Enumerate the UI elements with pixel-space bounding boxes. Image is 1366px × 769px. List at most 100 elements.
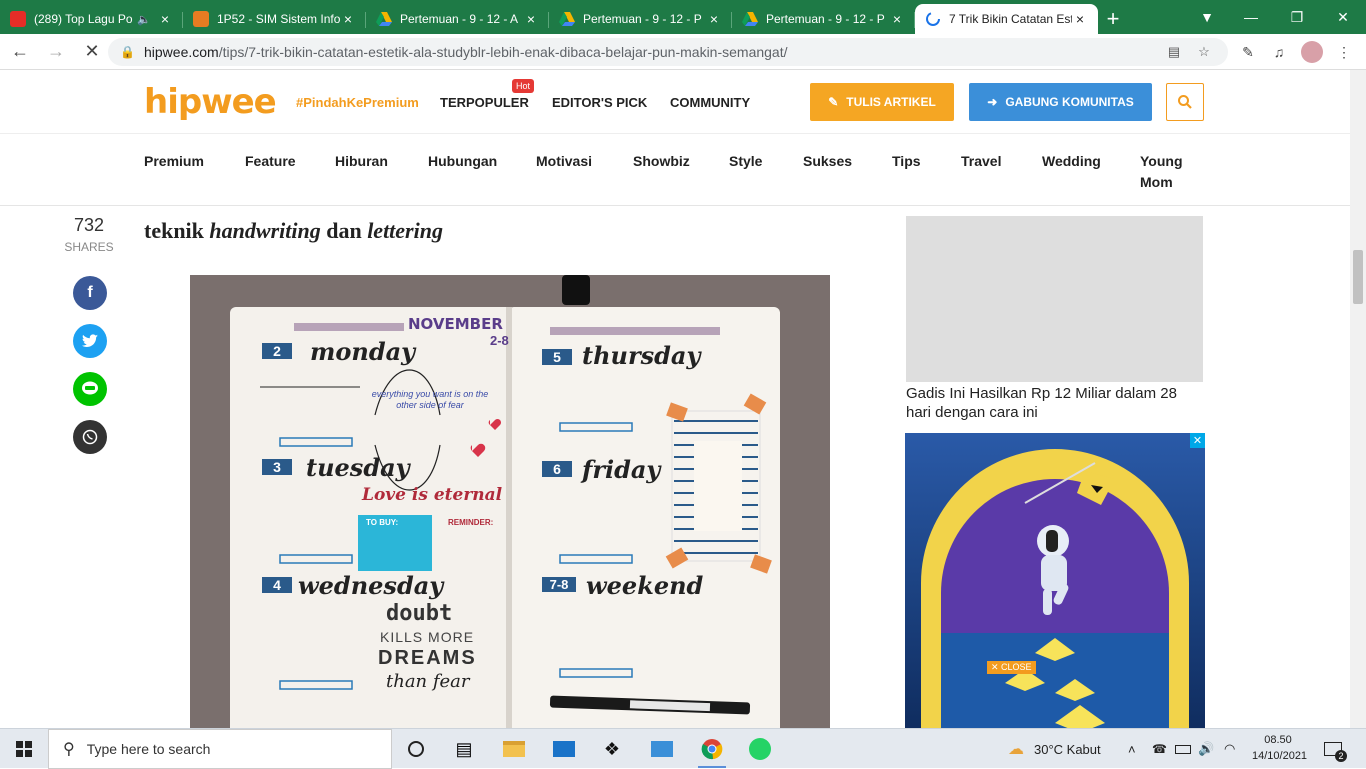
nav-pindah-premium[interactable]: #PindahKePremium xyxy=(296,95,419,110)
journal-doubt-4: than fear xyxy=(386,671,470,692)
write-article-button[interactable]: ✎ TULIS ARTIKEL xyxy=(810,83,954,121)
day-number: 7-8 xyxy=(542,577,576,592)
page-content: 732 SHARES f teknik handwriting dan lett… xyxy=(0,206,1350,728)
wifi-icon[interactable]: ◠ xyxy=(1224,729,1235,769)
day-number: 2 xyxy=(262,343,292,359)
windows-taskbar: ⚲ Type here to search ▤ ❖ ☁ 30°C Kabut ˄… xyxy=(0,728,1366,769)
share-line-button[interactable] xyxy=(73,372,107,406)
weather-widget[interactable]: ☁ 30°C Kabut xyxy=(1008,729,1101,769)
new-tab-button[interactable]: + xyxy=(1098,4,1128,34)
meet-now-icon[interactable]: ☎ xyxy=(1152,729,1167,769)
nav-terpopuler[interactable]: TERPOPULER xyxy=(440,95,529,110)
sidebar-ad-thumbnail[interactable] xyxy=(906,216,1203,382)
browser-tab[interactable]: Pertemuan - 9 - 12 - P × xyxy=(549,4,732,34)
category-feature[interactable]: Feature xyxy=(245,151,296,172)
day-label: thursday xyxy=(582,341,701,370)
browser-tab-active[interactable]: 7 Trik Bikin Catatan Est × xyxy=(915,4,1098,34)
back-icon[interactable]: ← xyxy=(4,36,36,68)
category-hiburan[interactable]: Hiburan xyxy=(335,151,388,172)
share-facebook-button[interactable]: f xyxy=(73,276,107,310)
category-sukses[interactable]: Sukses xyxy=(803,151,852,172)
forward-icon[interactable]: → xyxy=(40,36,72,68)
article-lead-text: teknik handwriting dan lettering xyxy=(144,218,443,243)
category-hubungan[interactable]: Hubungan xyxy=(428,151,497,172)
mail-icon[interactable] xyxy=(546,733,582,765)
start-button[interactable] xyxy=(0,729,48,769)
system-clock[interactable]: 08.50 14/10/2021 xyxy=(1252,732,1307,764)
category-travel[interactable]: Travel xyxy=(961,151,1001,172)
tab-search-icon[interactable]: ▼ xyxy=(1184,0,1230,34)
media-control-icon[interactable]: ♫ xyxy=(1265,40,1293,64)
shares-label: SHARES xyxy=(64,240,114,254)
category-wedding[interactable]: Wedding xyxy=(1042,151,1101,172)
volume-icon[interactable]: 🔊 xyxy=(1198,729,1214,769)
extensions-icon[interactable]: ✎ xyxy=(1234,40,1262,64)
nav-editors-pick[interactable]: EDITOR'S PICK xyxy=(552,95,647,110)
journal-quote: everything you want is on the other side… xyxy=(371,389,489,410)
sidebar-ad-caption[interactable]: Gadis Ini Hasilkan Rp 12 Miliar dalam 28… xyxy=(906,384,1203,422)
close-tab-icon[interactable]: × xyxy=(889,11,905,27)
ad-choices-close-icon[interactable]: ✕ xyxy=(1190,433,1205,448)
category-young-mom[interactable]: Young Mom xyxy=(1140,151,1200,193)
restore-button[interactable]: ❐ xyxy=(1274,0,1320,34)
close-tab-icon[interactable]: × xyxy=(706,11,722,27)
bookmark-star-icon[interactable]: ☆ xyxy=(1192,44,1216,60)
address-bar[interactable]: 🔒 hipwee.com/tips/7-trik-bikin-catatan-e… xyxy=(108,38,1228,66)
ad-close-button[interactable]: ✕ CLOSE xyxy=(987,661,1036,674)
notifications-icon[interactable]: 2 xyxy=(1324,729,1347,769)
tray-overflow-icon[interactable]: ˄ xyxy=(1128,729,1136,769)
control-panel-icon[interactable] xyxy=(644,733,680,765)
task-view-icon[interactable]: ▤ xyxy=(446,733,482,765)
join-community-button[interactable]: ➜ GABUNG KOMUNITAS xyxy=(969,83,1152,121)
dropbox-icon[interactable]: ❖ xyxy=(594,733,630,765)
close-tab-icon[interactable]: × xyxy=(157,11,173,27)
browser-tab[interactable]: Pertemuan - 9 - 12 - A × xyxy=(366,4,549,34)
day-label: tuesday xyxy=(306,453,410,482)
search-icon: ⚲ xyxy=(63,741,75,758)
facebook-icon: f xyxy=(87,284,93,301)
day-label: monday xyxy=(310,337,416,366)
cortana-icon[interactable] xyxy=(398,733,434,765)
scrollbar-thumb[interactable] xyxy=(1353,250,1363,304)
audio-icon: 🔈 xyxy=(137,13,151,26)
browser-tab[interactable]: 1P52 - SIM Sistem Info × xyxy=(183,4,366,34)
close-window-button[interactable]: ✕ xyxy=(1320,0,1366,34)
nav-community[interactable]: COMMUNITY xyxy=(670,95,750,110)
browser-tab[interactable]: Pertemuan - 9 - 12 - P × xyxy=(732,4,915,34)
lock-icon[interactable]: 🔒 xyxy=(120,45,135,59)
page-scrollbar[interactable] xyxy=(1350,70,1366,728)
journal-reminder-title: REMINDER: xyxy=(448,518,494,527)
category-showbiz[interactable]: Showbiz xyxy=(633,151,690,172)
taskbar-search-input[interactable]: ⚲ Type here to search xyxy=(48,729,392,769)
whatsapp-taskbar-icon[interactable] xyxy=(742,733,778,765)
profile-avatar[interactable] xyxy=(1298,40,1326,64)
windows-icon xyxy=(16,741,32,757)
journal-month: NOVEMBER xyxy=(408,315,503,333)
menu-icon[interactable]: ⋮ xyxy=(1330,40,1358,64)
site-header: hipwee #PindahKePremium TERPOPULER Hot E… xyxy=(0,70,1366,134)
close-tab-icon[interactable]: × xyxy=(523,11,539,27)
chrome-taskbar-icon[interactable] xyxy=(694,733,730,768)
loading-spinner-icon xyxy=(926,12,940,26)
close-tab-icon[interactable]: × xyxy=(340,11,356,27)
close-tab-icon[interactable]: × xyxy=(1072,11,1088,27)
search-button[interactable] xyxy=(1166,83,1204,121)
category-style[interactable]: Style xyxy=(729,151,762,172)
journal-doubt-1: doubt xyxy=(386,601,453,626)
file-explorer-icon[interactable] xyxy=(496,733,532,765)
google-drive-icon xyxy=(376,12,392,26)
category-tips[interactable]: Tips xyxy=(892,151,921,172)
category-premium[interactable]: Premium xyxy=(144,151,204,172)
translate-icon[interactable]: ▤ xyxy=(1162,44,1186,60)
hipwee-logo[interactable]: hipwee xyxy=(144,82,277,122)
day-number: 3 xyxy=(262,459,292,475)
browser-tab[interactable]: (289) Top Lagu Po 🔈 × xyxy=(0,4,183,34)
day-number: 4 xyxy=(262,577,292,593)
minimize-button[interactable]: — xyxy=(1228,0,1274,34)
battery-icon[interactable] xyxy=(1175,729,1191,769)
share-twitter-button[interactable] xyxy=(73,324,107,358)
category-motivasi[interactable]: Motivasi xyxy=(536,151,592,172)
stop-loading-icon[interactable]: ✕ xyxy=(76,36,108,68)
share-whatsapp-button[interactable] xyxy=(73,420,107,454)
sidebar-ad-banner[interactable]: ✕ ✕ CLOSE xyxy=(905,433,1205,728)
